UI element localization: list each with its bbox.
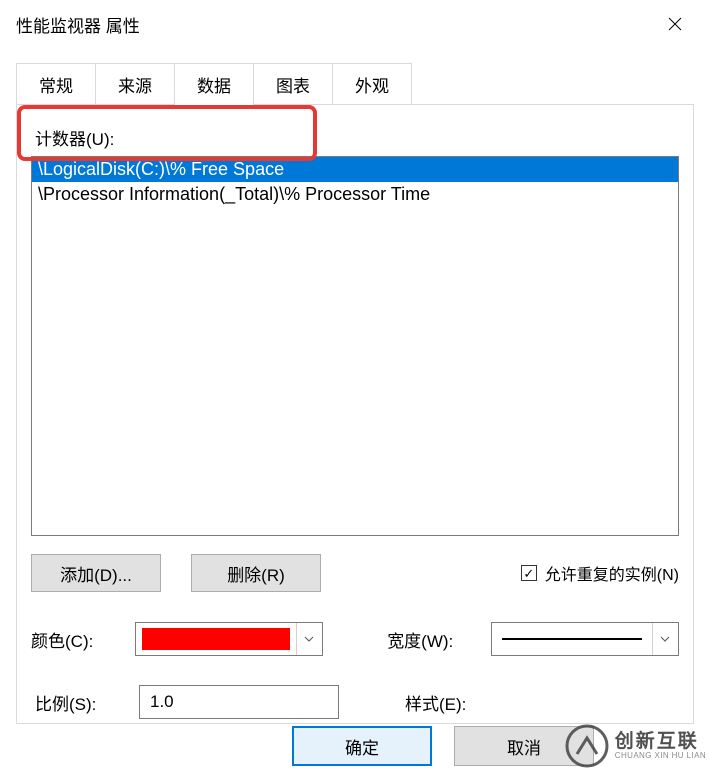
watermark-logo-icon: [565, 724, 609, 768]
dropdown-arrow[interactable]: [652, 623, 678, 655]
width-line-preview: [502, 638, 642, 640]
tab-general[interactable]: 常规: [16, 63, 96, 105]
scale-style-row: 比例(S): 1.0 样式(E):: [35, 685, 675, 719]
watermark-en: CHUANG XIN HU LIAN: [615, 752, 706, 760]
list-item[interactable]: \LogicalDisk(C:)\% Free Space: [32, 157, 678, 182]
color-swatch: [142, 628, 290, 650]
chevron-down-icon: [304, 636, 314, 642]
color-label: 颜色(C):: [31, 627, 115, 652]
color-width-row: 颜色(C): 宽度(W):: [31, 622, 679, 656]
allow-dup-checkbox-wrap[interactable]: 允许重复的实例(N): [521, 561, 679, 585]
add-button[interactable]: 添加(D)...: [31, 554, 161, 592]
width-label: 宽度(W):: [387, 627, 471, 652]
button-row: 添加(D)... 删除(R) 允许重复的实例(N): [31, 554, 679, 592]
tab-data[interactable]: 数据: [174, 63, 254, 105]
tab-bar: 常规 来源 数据 图表 外观: [16, 62, 710, 104]
color-combobox[interactable]: [135, 622, 323, 656]
tab-appearance[interactable]: 外观: [332, 63, 412, 105]
counters-listbox[interactable]: \LogicalDisk(C:)\% Free Space \Processor…: [31, 156, 679, 536]
scale-label: 比例(S):: [35, 690, 119, 715]
dropdown-arrow[interactable]: [296, 623, 322, 655]
tab-panel-data: 计数器(U): \LogicalDisk(C:)\% Free Space \P…: [16, 104, 694, 724]
tab-chart[interactable]: 图表: [253, 63, 333, 105]
dialog-window: 性能监视器 属性 常规 来源 数据 图表 外观 计数器(U): \Logical…: [0, 0, 710, 778]
dialog-footer: 确定 取消: [292, 726, 594, 766]
close-button[interactable]: [654, 8, 696, 40]
scale-value: 1.0: [150, 692, 174, 712]
watermark: 创新互联 CHUANG XIN HU LIAN: [565, 724, 706, 768]
width-combobox[interactable]: [491, 622, 679, 656]
close-icon: [668, 17, 682, 31]
scale-combobox[interactable]: 1.0: [139, 685, 339, 719]
remove-button[interactable]: 删除(R): [191, 554, 321, 592]
window-title: 性能监视器 属性: [16, 12, 140, 37]
list-item[interactable]: \Processor Information(_Total)\% Process…: [32, 182, 678, 207]
style-label: 样式(E):: [405, 690, 489, 715]
chevron-down-icon: [660, 636, 670, 642]
ok-button[interactable]: 确定: [292, 726, 432, 766]
allow-dup-label: 允许重复的实例(N): [545, 561, 679, 585]
titlebar: 性能监视器 属性: [0, 0, 710, 48]
watermark-text: 创新互联 CHUANG XIN HU LIAN: [615, 732, 706, 760]
tab-source[interactable]: 来源: [95, 63, 175, 105]
counters-label: 计数器(U):: [35, 125, 679, 150]
allow-dup-checkbox[interactable]: [521, 565, 537, 581]
watermark-cn: 创新互联: [615, 732, 706, 752]
